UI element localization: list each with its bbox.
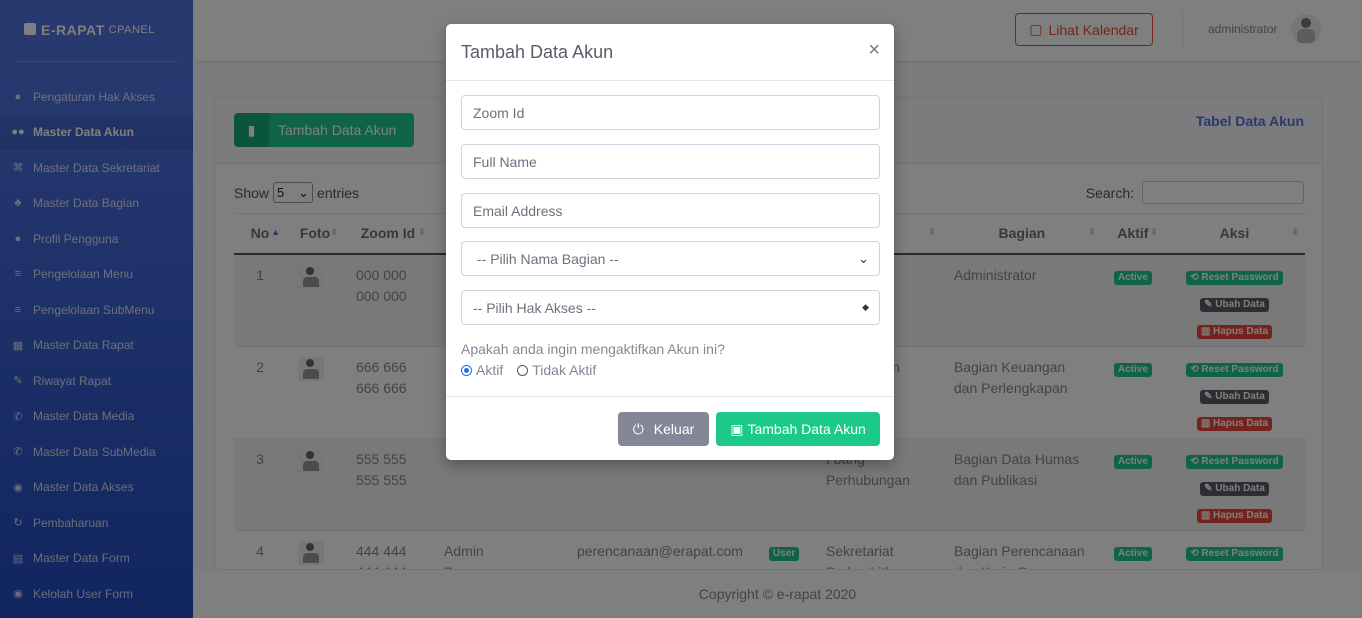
zoom-id-input[interactable]: Zoom Id: [461, 95, 880, 130]
radio-aktif-label: Aktif: [476, 362, 504, 378]
radio-tidak-aktif[interactable]: Tidak Aktif: [517, 362, 596, 378]
hak-akses-select[interactable]: -- Pilih Hak Akses -- ◆: [461, 290, 880, 325]
bagian-select[interactable]: -- Pilih Nama Bagian -- ⌄: [461, 241, 880, 276]
email-placeholder: Email Address: [473, 202, 563, 219]
radio-aktif[interactable]: Aktif: [461, 362, 503, 378]
modal-title: Tambah Data Akun: [461, 42, 614, 62]
radio-checked-icon: [461, 364, 472, 376]
bagian-select-value: -- Pilih Nama Bagian --: [477, 250, 619, 267]
radio-tidak-aktif-label: Tidak Aktif: [532, 362, 597, 378]
email-input[interactable]: Email Address: [461, 193, 880, 228]
close-icon[interactable]: ×: [868, 39, 880, 62]
submit-label: Tambah Data Akun: [747, 421, 866, 437]
full-name-input[interactable]: Full Name: [461, 144, 880, 179]
zoom-id-placeholder: Zoom Id: [473, 104, 525, 121]
keluar-button[interactable]: ⏻ Keluar: [618, 412, 709, 446]
keluar-label: Keluar: [653, 421, 695, 437]
full-name-placeholder: Full Name: [473, 153, 537, 170]
chevron-down-icon: ⌄: [858, 250, 869, 266]
save-icon: ▣: [730, 420, 744, 437]
submit-tambah-akun-button[interactable]: ▣ Tambah Data Akun: [716, 412, 880, 446]
tambah-akun-modal: Tambah Data Akun × Zoom Id Full Name Ema…: [446, 24, 894, 460]
activation-radio-group: Aktif Tidak Aktif: [461, 362, 596, 378]
radio-unchecked-icon: [517, 364, 529, 376]
modal-header: Tambah Data Akun ×: [446, 24, 894, 81]
sort-arrows-icon: ◆: [862, 302, 869, 312]
hak-akses-select-value: -- Pilih Hak Akses --: [473, 299, 596, 316]
activation-question: Apakah anda ingin mengaktifkan Akun ini?: [461, 341, 725, 357]
modal-footer: ⏻ Keluar ▣ Tambah Data Akun: [446, 396, 894, 460]
power-icon: ⏻: [632, 420, 644, 437]
